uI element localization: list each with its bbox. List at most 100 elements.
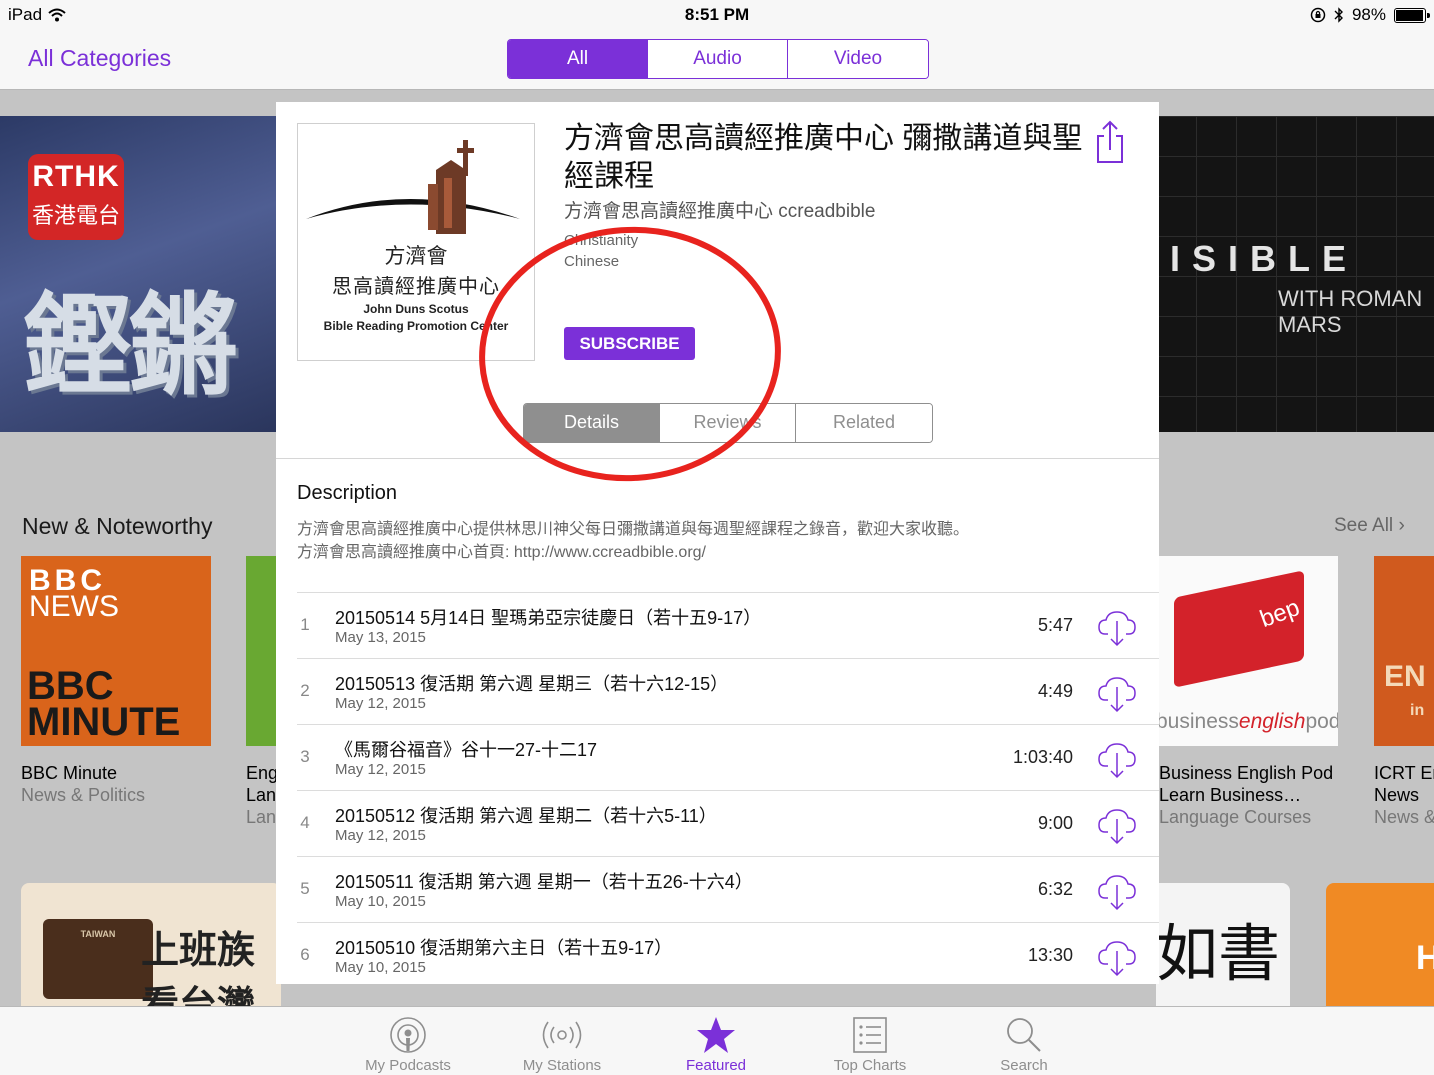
episode-number: 2	[300, 681, 310, 700]
segment-audio[interactable]: Audio	[648, 40, 788, 78]
tab-search[interactable]: Search	[964, 1013, 1084, 1074]
share-icon[interactable]	[1094, 120, 1126, 164]
tab-related[interactable]: Related	[796, 404, 932, 442]
tab-label: Top Charts	[833, 1057, 907, 1074]
podcast-tile-english[interactable]	[246, 556, 280, 746]
tile-art-line: MINUTE	[27, 700, 181, 744]
section-title: New & Noteworthy	[22, 513, 213, 539]
segment-all[interactable]: All	[508, 40, 648, 78]
tab-my-podcasts[interactable]: My Podcasts	[348, 1013, 468, 1074]
status-right: 98%	[1310, 5, 1430, 25]
tab-reviews[interactable]: Reviews	[660, 404, 796, 442]
battery-percent: 98%	[1351, 5, 1386, 24]
podcast-icon	[390, 1017, 426, 1053]
bluetooth-icon	[1334, 7, 1343, 23]
tile-title: Business English Pod	[1159, 763, 1334, 783]
episode-row[interactable]: 2 20150513 復活期 第六週 星期三（若十六12-15） May 12, 2…	[297, 658, 1159, 724]
see-all-label: See All	[1334, 515, 1394, 536]
media-type-segmented-control: All Audio Video	[507, 39, 929, 79]
tab-label: My Stations	[522, 1057, 602, 1074]
status-bar: iPad 8:51 PM 98%	[0, 0, 1434, 30]
episode-row[interactable]: 3 《馬爾谷福音》谷十一27-十二17 May 12, 2015 1:03:40	[297, 724, 1159, 790]
artwork-text-cn: 方濟會	[384, 244, 448, 268]
banner-taiwan-title: 上班族看台灣	[141, 930, 256, 1008]
banner-right-subtitle: WITH ROMAN MARS	[1278, 286, 1423, 337]
episode-duration: 9:00	[1037, 813, 1073, 833]
tab-label: Featured	[685, 1057, 747, 1074]
episode-title: 20150514 5月14日 聖瑪弟亞宗徒慶日（若十五9-17）	[335, 608, 762, 628]
tile-art-word: pod	[1305, 710, 1338, 733]
list-icon	[853, 1017, 887, 1053]
tab-my-stations[interactable]: My Stations	[502, 1013, 622, 1074]
star-icon	[697, 1017, 735, 1053]
segment-video[interactable]: Video	[788, 40, 928, 78]
episode-title: 20150512 復活期 第六週 星期二（若十六5-11）	[335, 806, 717, 826]
download-cloud-icon[interactable]	[1097, 937, 1137, 977]
tab-top-charts[interactable]: Top Charts	[810, 1013, 930, 1074]
rotation-lock-icon	[1310, 7, 1326, 23]
tab-featured[interactable]: Featured	[656, 1013, 776, 1074]
episode-duration: 1:03:40	[1012, 747, 1073, 767]
download-cloud-icon[interactable]	[1097, 805, 1137, 845]
download-cloud-icon[interactable]	[1097, 673, 1137, 713]
all-categories-button[interactable]: All Categories	[28, 45, 171, 72]
episode-title: 20150513 復活期 第六週 星期三（若十六12-15）	[335, 674, 729, 694]
featured-banner-left[interactable]: RTHK 香港電台 鏗鏘集	[0, 116, 280, 432]
episode-row[interactable]: 6 20150510 復活期第六主日（若十五9-17） May 10, 2015 13…	[297, 922, 1159, 984]
tile-title: Learn Business…	[1159, 785, 1302, 805]
episode-row[interactable]: 4 20150512 復活期 第六週 星期二（若十六5-11） May 12, 20…	[297, 790, 1159, 856]
featured-banner-right[interactable]: ISIBLE WITH ROMAN MARS	[1156, 116, 1434, 432]
podcast-tile-bbc-minute[interactable]: BBC NEWS BBC MINUTE	[21, 556, 211, 746]
podcast-tile-business-english[interactable]: bep businessenglishpod	[1156, 556, 1338, 746]
download-cloud-icon[interactable]	[1097, 607, 1137, 647]
tile-title: ICRT En	[1374, 763, 1434, 783]
episode-date: May 13, 2015	[335, 629, 426, 646]
download-cloud-icon[interactable]	[1097, 739, 1137, 779]
episode-title: 《馬爾谷福音》谷十一27-十二17	[335, 740, 598, 760]
download-cloud-icon[interactable]	[1097, 871, 1137, 911]
description-line: 方濟會思高讀經推廣中心提供林思川神父每日彌撒講道與每週聖經課程之錄音，歡迎大家收…	[297, 521, 970, 538]
tile-art-text: businessenglishpod	[1156, 710, 1338, 734]
podcast-tile-icrt[interactable]: EN in	[1374, 556, 1434, 746]
tile-caption: ICRT En News News &	[1374, 762, 1434, 828]
episode-duration: 13:30	[1027, 945, 1073, 965]
banner-orange[interactable]: H	[1326, 883, 1434, 1008]
book-logo	[1174, 570, 1304, 688]
episode-number: 4	[300, 813, 310, 832]
episode-duration: 6:32	[1037, 879, 1073, 899]
episode-date: May 10, 2015	[335, 959, 426, 976]
description-line[interactable]: 方濟會思高讀經推廣中心首頁: http://www.ccreadbible.or…	[297, 541, 1137, 564]
tile-art-text: BBC MINUTE	[27, 666, 180, 742]
search-icon	[1007, 1018, 1041, 1052]
episode-title: 20150511 復活期 第六週 星期一（若十五26-十六4）	[335, 872, 753, 892]
episode-row[interactable]: 1 20150514 5月14日 聖瑪弟亞宗徒慶日（若十五9-17） May 13,…	[297, 592, 1159, 658]
tile-art-word: business	[1156, 710, 1239, 733]
banner-taiwan[interactable]: TAIWAN 上班族看台灣	[21, 883, 281, 1008]
tile-title: BBC Minute	[21, 763, 118, 783]
church-logo-icon	[306, 140, 520, 234]
artwork-text-en: Bible Reading Promotion Center	[323, 319, 509, 333]
see-all-link[interactable]: See All ›	[1334, 515, 1405, 537]
divider	[276, 458, 1159, 459]
tile-art-word: english	[1238, 710, 1306, 733]
banner-calligraphy[interactable]: 如書	[1156, 883, 1290, 1008]
tab-details[interactable]: Details	[524, 404, 660, 442]
tab-label: Search	[1000, 1057, 1048, 1074]
chevron-right-icon: ›	[1398, 515, 1405, 536]
rthk-logo: RTHK 香港電台	[28, 154, 124, 240]
tab-label: My Podcasts	[365, 1057, 451, 1074]
nav-bar: All Categories All Audio Video	[0, 30, 1434, 90]
episode-title: 20150510 復活期第六主日（若十五9-17）	[335, 938, 673, 958]
rthk-logo-subtext: 香港電台	[31, 203, 120, 228]
rthk-logo-text: RTHK	[32, 160, 120, 193]
tile-art-text: in	[1410, 702, 1425, 719]
suitcase-image: TAIWAN	[43, 919, 153, 999]
podcast-author[interactable]: 方濟會思高讀經推廣中心 ccreadbible	[564, 196, 875, 223]
episode-date: May 12, 2015	[335, 827, 426, 844]
tile-subtitle: Lan	[246, 807, 276, 827]
subscribe-button[interactable]: SUBSCRIBE	[564, 327, 695, 360]
battery-icon	[1394, 7, 1430, 23]
podcast-language: Chinese	[564, 253, 620, 270]
podcast-detail-popover: 方濟會 思高讀經推廣中心 John Duns Scotus Bible Read…	[276, 102, 1159, 984]
episode-row[interactable]: 5 20150511 復活期 第六週 星期一（若十五26-十六4） May 10, …	[297, 856, 1159, 922]
